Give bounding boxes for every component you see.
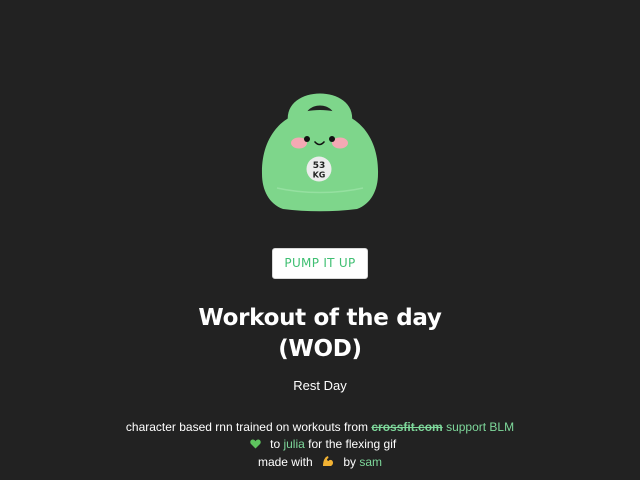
kettlebell-illustration[interactable]: 53 KG — [255, 78, 385, 214]
julia-link[interactable]: julia — [283, 437, 304, 451]
footer-line-made-with: made with by sam — [0, 454, 640, 472]
footer: character based rnn trained on workouts … — [0, 419, 640, 472]
pump-it-up-button[interactable]: PUMP IT UP — [272, 248, 368, 279]
footer-made-with-text: made with — [257, 455, 313, 469]
weight-unit: KG — [313, 171, 326, 180]
weight-number: 53 — [313, 161, 326, 171]
footer-to-text: to — [270, 437, 281, 451]
footer-line-thanks: to julia for the flexing gif — [0, 436, 640, 454]
crossfit-link[interactable]: crossfit.com — [371, 420, 442, 434]
workout-text: Rest Day — [293, 378, 347, 393]
footer-credits-text: character based rnn trained on workouts … — [125, 420, 369, 434]
green-heart-icon — [250, 437, 261, 454]
flexed-biceps-icon — [322, 455, 334, 472]
footer-by-text: by — [343, 455, 357, 469]
support-blm-link[interactable]: support BLM — [446, 420, 514, 434]
footer-line-credits: character based rnn trained on workouts … — [0, 419, 640, 436]
page: 53 KG PUMP IT UP Workout of the day (WOD… — [0, 0, 640, 480]
sam-link[interactable]: sam — [359, 455, 382, 469]
footer-gif-text: for the flexing gif — [308, 437, 397, 451]
eye-right — [329, 136, 335, 142]
title-line-2: (WOD) — [278, 336, 362, 362]
page-title: Workout of the day (WOD) — [0, 303, 640, 365]
eye-left — [304, 136, 310, 142]
title-line-1: Workout of the day — [198, 305, 442, 331]
